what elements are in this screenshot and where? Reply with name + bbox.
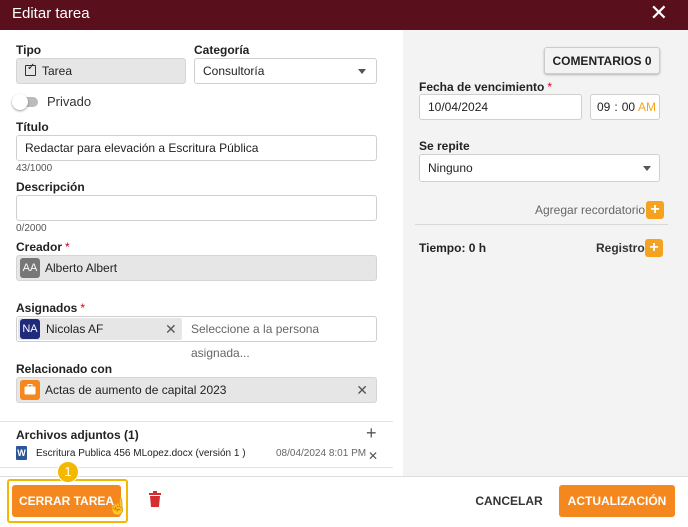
privado-toggle[interactable] (12, 94, 38, 110)
relacionado-field[interactable]: Actas de aumento de capital 2023 ✕ (16, 377, 377, 403)
titulo-value: Redactar para elevación a Escritura Públ… (25, 141, 259, 155)
descripcion-counter: 0/2000 (16, 223, 47, 234)
asignados-field[interactable]: NA Nicolas AF ✕ Seleccione a la persona … (16, 316, 377, 360)
chevron-down-icon (643, 166, 651, 171)
fecha-label: Fecha de vencimiento * (419, 80, 553, 94)
descripcion-input[interactable] (16, 195, 377, 221)
hand-cursor-icon: ☝ (108, 499, 128, 516)
categoria-value: Consultoría (203, 64, 265, 78)
clear-relation-icon[interactable]: ✕ (356, 383, 368, 397)
dialog-footer: CERRAR TAREA 1 ☝ CANCELAR ACTUALIZACIÓN (0, 461, 688, 527)
dialog-title: Editar tarea (12, 5, 90, 22)
relacionado-value: Actas de aumento de capital 2023 (45, 383, 227, 397)
tipo-field: ✓ Tarea (16, 58, 186, 84)
archivo-name[interactable]: Escritura Publica 456 MLopez.docx (versi… (36, 448, 246, 459)
archivos-label: Archivos adjuntos (1) (16, 428, 139, 442)
titulo-label: Título (16, 120, 49, 134)
tiempo-label: Tiempo: 0 h (419, 241, 487, 255)
titulo-input[interactable]: Redactar para elevación a Escritura Públ… (16, 135, 377, 161)
asignado-name: Nicolas AF (46, 322, 104, 336)
fecha-value: 10/04/2024 (428, 100, 489, 114)
comentarios-button[interactable]: COMENTARIOS 0 (544, 47, 660, 74)
remove-file-icon[interactable]: ✕ (368, 449, 378, 463)
cerrar-tarea-button[interactable]: CERRAR TAREA (12, 485, 121, 517)
remove-assignee-icon[interactable]: ✕ (165, 322, 177, 336)
titulo-counter: 43/1000 (16, 163, 53, 174)
tipo-value: Tarea (42, 64, 73, 78)
ampm-toggle[interactable]: AM (638, 95, 656, 119)
briefcase-icon (20, 380, 40, 400)
checkbox-icon: ✓ (25, 63, 36, 77)
privado-label: Privado (47, 94, 92, 109)
add-registro-button[interactable]: + (645, 239, 663, 257)
step-badge: 1 (57, 461, 79, 483)
chevron-down-icon (358, 69, 366, 74)
trash-icon[interactable] (149, 491, 161, 512)
repite-select[interactable]: Ninguno (419, 154, 660, 182)
categoria-label: Categoría (194, 43, 250, 57)
creador-name: Alberto Albert (45, 261, 118, 275)
tipo-label: Tipo (16, 43, 42, 57)
archivo-date: 08/04/2024 8:01 PM (276, 448, 367, 459)
creador-field: AA Alberto Albert (16, 255, 377, 281)
categoria-select[interactable]: Consultoría (194, 58, 377, 84)
task-details-panel: Tipo ✓ Tarea Categoría Consultoría Privad… (0, 30, 403, 476)
add-file-icon[interactable]: + (366, 423, 377, 444)
descripcion-label: Descripción (16, 180, 85, 194)
relacionado-label: Relacionado con (16, 362, 113, 376)
hora-input[interactable]: 09:00 AM (590, 94, 660, 120)
minuto-value: 00 (621, 100, 636, 114)
asignado-chip: NA Nicolas AF ✕ (18, 318, 182, 340)
divider (0, 421, 393, 422)
recordatorio-label: Agregar recordatorio (535, 203, 646, 217)
repite-value: Ninguno (428, 161, 473, 175)
registro-label: Registro (596, 241, 645, 255)
asignados-label: Asignados * (16, 301, 86, 315)
avatar: AA (20, 258, 40, 278)
hora-value: 09 (597, 100, 611, 114)
fecha-input[interactable]: 10/04/2024 (419, 94, 582, 120)
task-schedule-panel: COMENTARIOS 0 Fecha de vencimiento * 10/0… (403, 30, 688, 476)
dialog-titlebar: Editar tarea ✕ (0, 0, 688, 30)
add-reminder-button[interactable]: + (646, 201, 664, 219)
edit-task-dialog: Editar tarea ✕ Tipo ✓ Tarea Categoría Con… (0, 0, 688, 527)
cancelar-button[interactable]: CANCELAR (470, 485, 548, 517)
actualizacion-button[interactable]: ACTUALIZACIÓN (559, 485, 675, 517)
divider (415, 224, 668, 225)
word-file-icon: W (16, 446, 27, 460)
asignados-placeholder: Seleccione a la persona asignada... (191, 322, 320, 360)
avatar: NA (20, 319, 40, 339)
close-icon[interactable]: ✕ (650, 1, 668, 25)
repite-label: Se repite (419, 139, 470, 153)
creador-label: Creador * (16, 240, 70, 254)
